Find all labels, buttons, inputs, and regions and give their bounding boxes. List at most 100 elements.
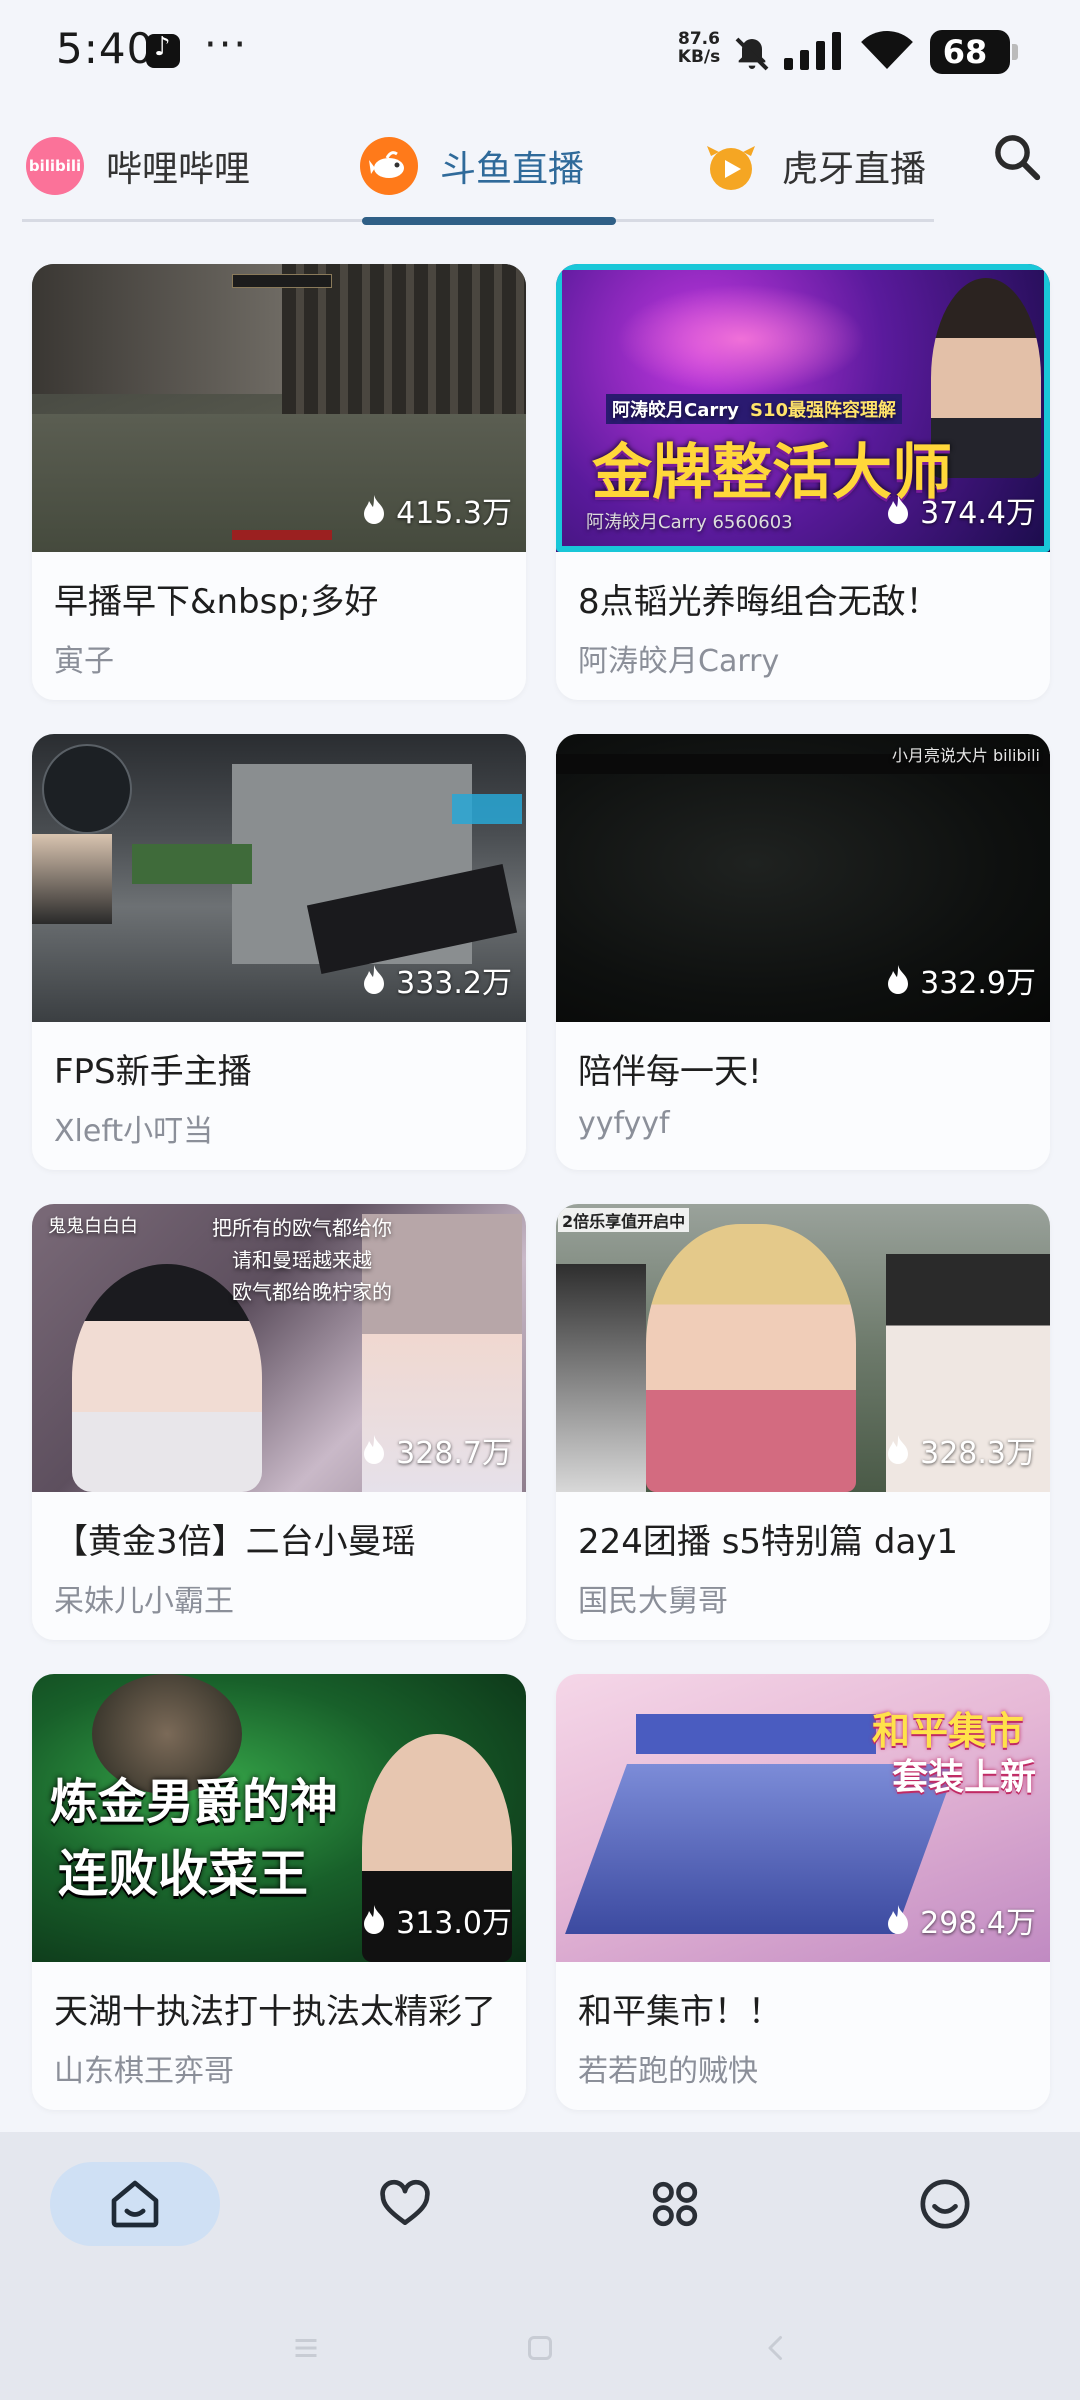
streamer-name: 若若跑的贼快 [578, 2054, 758, 2089]
streamer-name: 阿涛皎月Carry [578, 644, 780, 679]
viewer-count: 313.0万 [362, 1898, 512, 1942]
room-title: FPS新手主播 [54, 1052, 252, 1092]
network-speed-unit: KB/s [677, 47, 721, 67]
fire-icon [888, 1435, 909, 1464]
viewer-count: 415.3万 [362, 488, 512, 532]
thumb-footer: 阿涛皎月Carry 6560603 [586, 512, 793, 533]
home-icon [111, 2180, 159, 2228]
room-thumbnail: 阿涛皎月Carry S10最强阵容理解 金牌整活大师 阿涛皎月Carry 656… [556, 264, 1050, 552]
home-button-icon[interactable] [522, 2330, 558, 2366]
viewer-count: 328.7万 [362, 1428, 512, 1472]
thumb-line2: 套装上新 [892, 1757, 1037, 1798]
viewer-count-value: 332.9万 [920, 966, 1036, 1001]
thumb-line1: 和平集市 [872, 1709, 1025, 1753]
viewer-count: 332.9万 [886, 958, 1036, 1002]
viewer-count-value: 328.7万 [396, 1436, 512, 1471]
tab-huya[interactable]: 虎牙直播 [702, 126, 926, 206]
status-time: 5:40 [56, 24, 155, 73]
thumb-corner-text: 小月亮说大片 bilibili [891, 746, 1040, 765]
system-navigation-bar [0, 2302, 1080, 2400]
viewer-count-value: 298.4万 [920, 1906, 1036, 1941]
streamer-name: 国民大舅哥 [578, 1584, 728, 1619]
nav-profile[interactable] [860, 2162, 1030, 2246]
huya-logo-icon [702, 137, 760, 195]
nav-home[interactable] [50, 2162, 220, 2246]
tab-douyu[interactable]: 斗鱼直播 [360, 126, 584, 206]
search-icon[interactable] [990, 130, 1044, 184]
douyu-logo-icon [360, 137, 418, 195]
battery-indicator: 68 [930, 30, 1018, 74]
room-thumbnail: 小月亮说大片 bilibili 332.9万 [556, 734, 1050, 1022]
room-thumbnail: 333.2万 [32, 734, 526, 1022]
fire-icon [364, 1435, 385, 1464]
room-thumbnail: 鬼鬼白白白 把所有的欧气都给你 请和曼瑶越来越 欧气都给晚柠家的 328.7万 [32, 1204, 526, 1492]
nav-categories[interactable] [590, 2162, 760, 2246]
viewer-count-value: 374.4万 [920, 496, 1036, 531]
apps-icon [652, 2181, 698, 2227]
room-title: 陪伴每一天! [578, 1052, 762, 1092]
live-room-card[interactable]: 333.2万 FPS新手主播 Xleft小叮当 [32, 734, 526, 1170]
network-speed-value: 87.6 [678, 29, 720, 49]
thumb-line1: 炼金男爵的神 [50, 1774, 339, 1830]
thumb-tag-left: 阿涛皎月Carry [606, 394, 745, 424]
viewer-count-value: 313.0万 [396, 1906, 512, 1941]
live-room-card[interactable]: 炼金男爵的神 连败收菜王 313.0万 天湖十执法打十执法太精彩了 山东棋王弈哥 [32, 1674, 526, 2110]
fire-icon [888, 965, 909, 994]
streamer-name: 寅子 [54, 644, 114, 679]
room-thumbnail: 415.3万 [32, 264, 526, 552]
streamer-name: 山东棋王弈哥 [54, 2054, 234, 2089]
thumb-top-center: 把所有的欧气都给你 [212, 1216, 392, 1240]
recent-apps-icon[interactable] [288, 2330, 324, 2366]
fire-icon [364, 495, 385, 524]
status-bar: 5:40 ··· 87.6 KB/s 68 [0, 0, 1080, 100]
live-room-card[interactable]: 和平集市 套装上新 298.4万 和平集市！！ 若若跑的贼快 [556, 1674, 1050, 2110]
tab-label: 哔哩哔哩 [106, 149, 251, 190]
streamer-name: yyfyyf [578, 1106, 670, 1141]
room-thumbnail: 2倍乐享值开启中 328.3万 [556, 1204, 1050, 1492]
thumb-line3: 欧气都给晚柠家的 [232, 1280, 392, 1304]
viewer-count: 374.4万 [886, 488, 1036, 532]
back-icon[interactable] [758, 2330, 794, 2366]
live-room-card[interactable]: 阿涛皎月Carry S10最强阵容理解 金牌整活大师 阿涛皎月Carry 656… [556, 264, 1050, 700]
tiktok-notification-icon [146, 32, 180, 68]
wifi-icon [861, 31, 913, 69]
viewer-count: 298.4万 [886, 1898, 1036, 1942]
mute-icon [735, 37, 769, 71]
room-thumbnail: 和平集市 套装上新 298.4万 [556, 1674, 1050, 1962]
tab-label: 虎牙直播 [782, 149, 927, 190]
room-title: 早播早下&nbsp;多好 [54, 582, 379, 622]
signal-icon [784, 32, 841, 70]
platform-tabs: bilibili 哔哩哔哩 斗鱼直播 虎牙直播 [22, 112, 934, 225]
streamer-name: 呆妹儿小霸王 [54, 1584, 234, 1619]
room-title: 【黄金3倍】二台小曼瑶 [54, 1522, 416, 1562]
viewer-count-value: 415.3万 [396, 496, 512, 531]
viewer-count: 328.3万 [886, 1428, 1036, 1472]
bilibili-logo-icon: bilibili [26, 137, 84, 195]
more-notifications-icon: ··· [204, 22, 249, 68]
room-title: 224团播 s5特别篇 day1 [578, 1522, 959, 1562]
streamer-name: Xleft小叮当 [54, 1114, 214, 1149]
room-title: 天湖十执法打十执法太精彩了 [54, 1992, 496, 2032]
live-room-card[interactable]: 2倍乐享值开启中 328.3万 224团播 s5特别篇 day1 国民大舅哥 [556, 1204, 1050, 1640]
room-title: 和平集市！！ [578, 1992, 782, 2032]
live-room-card[interactable]: 鬼鬼白白白 把所有的欧气都给你 请和曼瑶越来越 欧气都给晚柠家的 328.7万 … [32, 1204, 526, 1640]
heart-icon [380, 2179, 430, 2225]
fire-icon [364, 1905, 385, 1934]
thumb-top-left: 鬼鬼白白白 [48, 1216, 138, 1237]
thumb-line2: 请和曼瑶越来越 [232, 1248, 372, 1272]
fire-icon [888, 495, 909, 524]
viewer-count-value: 333.2万 [396, 966, 512, 1001]
room-thumbnail: 炼金男爵的神 连败收菜王 313.0万 [32, 1674, 526, 1962]
room-title: 8点韬光养晦组合无敌！ [578, 582, 940, 622]
thumb-top-left: 2倍乐享值开启中 [558, 1208, 690, 1232]
nav-favorites[interactable] [320, 2162, 490, 2246]
active-tab-indicator [362, 217, 616, 225]
tab-bilibili[interactable]: bilibili 哔哩哔哩 [26, 126, 250, 206]
thumb-line2: 连败收菜王 [58, 1845, 308, 1903]
fire-icon [888, 1905, 909, 1934]
tab-label: 斗鱼直播 [440, 149, 585, 190]
live-room-card[interactable]: 415.3万 早播早下&nbsp;多好 寅子 [32, 264, 526, 700]
thumb-tag-right: S10最强阵容理解 [744, 394, 903, 424]
bottom-navigation [0, 2132, 1080, 2400]
live-room-card[interactable]: 小月亮说大片 bilibili 332.9万 陪伴每一天! yyfyyf [556, 734, 1050, 1170]
